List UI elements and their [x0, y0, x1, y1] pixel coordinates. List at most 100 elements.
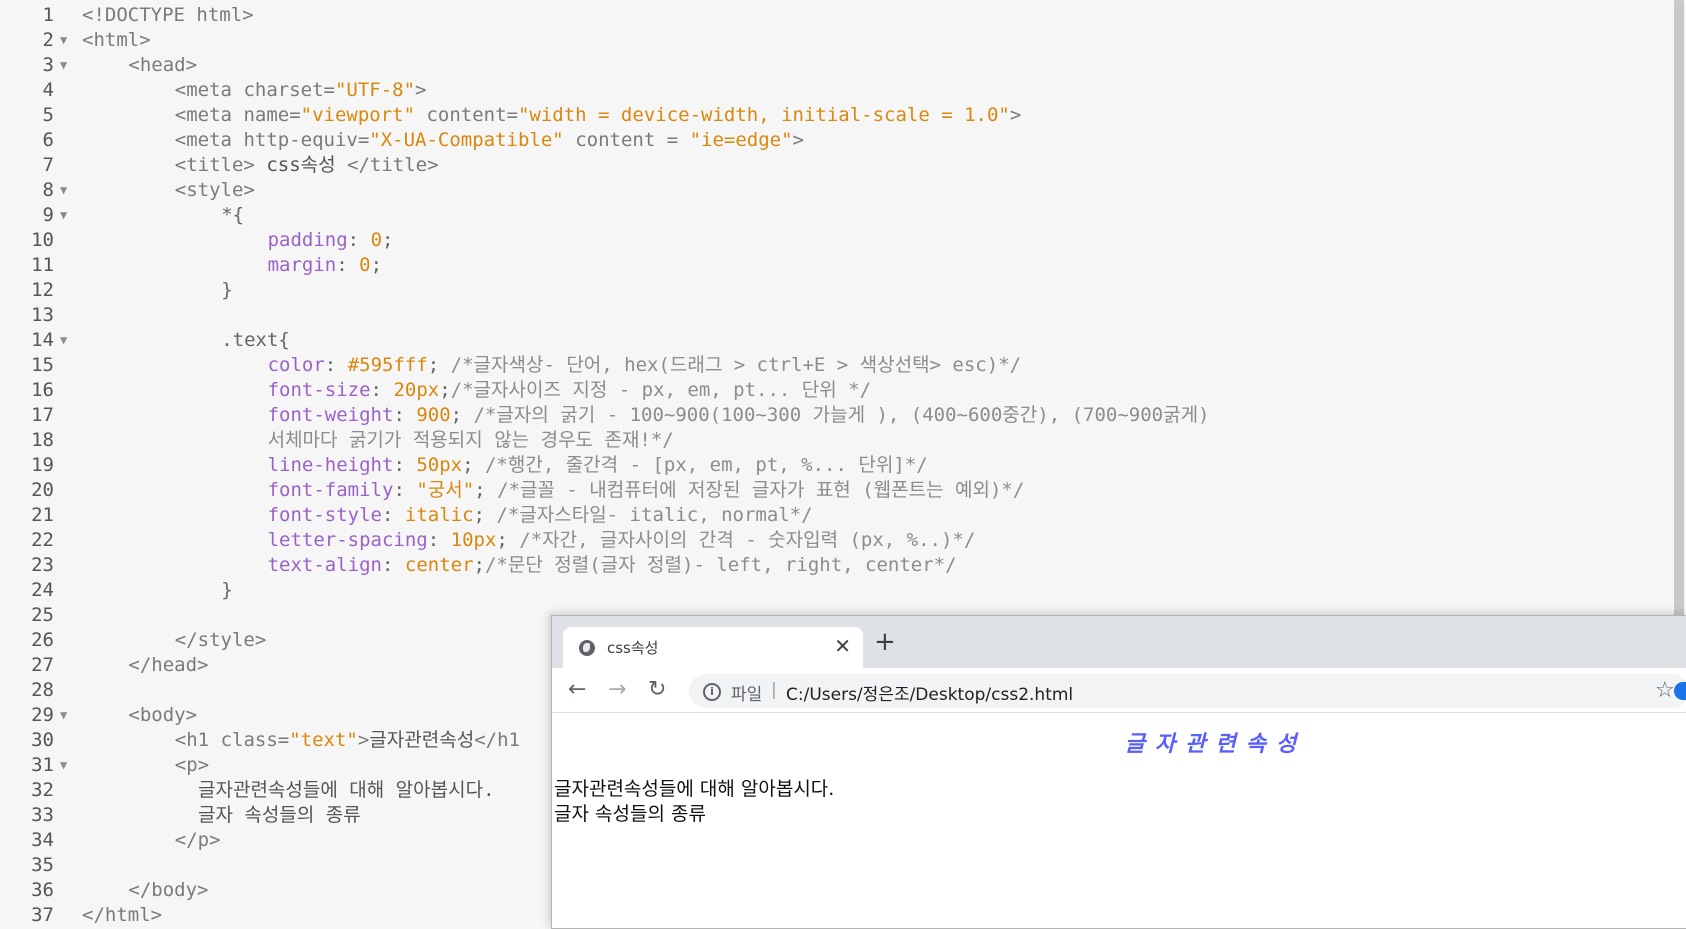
code-token: ; — [370, 254, 383, 276]
code-token: : — [370, 379, 394, 401]
code-token: css속성 — [254, 154, 348, 176]
code-line[interactable]: <title> css속성 </title> — [175, 153, 439, 178]
code-line[interactable]: color: #595fff; /*글자색상- 단어, hex(드래그 > ct… — [268, 353, 1021, 378]
address-bar[interactable]: i 파일 | C:/Users/정은조/Desktop/css2.html ☆ — [689, 674, 1686, 708]
code-line[interactable]: padding: 0; — [268, 228, 394, 253]
fold-toggle-icon[interactable]: ▼ — [60, 178, 74, 203]
code-token: <style> — [174, 179, 255, 201]
code-line[interactable]: <body> — [128, 703, 197, 728]
line-number: 18 — [31, 429, 54, 451]
forward-button[interactable]: → — [608, 677, 626, 703]
code-token: /*글자의 굵기 - 100~900(100~300 가늘게 ), (400~6… — [473, 404, 1210, 426]
code-token: } — [221, 279, 233, 301]
code-token: <meta — [174, 104, 244, 126]
page-heading: 글자관련속성 — [1124, 731, 1307, 757]
code-token: ; — [496, 529, 520, 551]
code-line[interactable]: font-weight: 900; /*글자의 굵기 - 100~900(100… — [268, 403, 1210, 428]
code-line[interactable]: font-style: italic; /*글자스타일- italic, nor… — [268, 503, 813, 528]
back-button[interactable]: ← — [568, 677, 586, 703]
code-token: 글자관련속성들에 대해 알아봅시다. — [198, 779, 495, 801]
code-line[interactable]: <!DOCTYPE html> — [82, 3, 254, 28]
code-token: content= — [415, 104, 518, 126]
code-line[interactable]: <html> — [82, 28, 151, 53]
editor-scroll-thumb[interactable] — [1674, 0, 1684, 618]
code-line[interactable]: font-family: "궁서"; /*글꼴 - 내컴퓨터에 저장된 글자가 … — [268, 478, 1025, 503]
line-number: 34 — [31, 829, 54, 851]
code-token: font-weight — [267, 404, 394, 426]
code-line[interactable]: 서체마다 굵기가 적용되지 않는 경우도 존재!*/ — [268, 428, 674, 453]
line-number: 27 — [31, 654, 54, 676]
code-line[interactable]: <p> — [175, 753, 209, 778]
code-line[interactable]: text-align: center;/*문단 정렬(글자 정렬)- left,… — [268, 553, 957, 578]
code-line[interactable]: <h1 class="text">글자관련속성</h1 — [175, 728, 520, 753]
fold-toggle-icon[interactable]: ▼ — [60, 28, 74, 53]
fold-toggle-icon[interactable]: ▼ — [60, 328, 74, 353]
close-tab-button[interactable]: ✕ — [834, 635, 851, 657]
star-icon[interactable]: ☆ — [1655, 678, 1675, 703]
code-token: .text{ — [221, 329, 290, 351]
code-line[interactable]: <meta http-equiv="X-UA-Compatible" conte… — [175, 128, 804, 153]
code-token: /*글자스타일- italic, normal*/ — [496, 504, 813, 526]
code-line[interactable]: </html> — [82, 903, 162, 928]
code-line[interactable]: <meta charset="UTF-8"> — [175, 78, 427, 103]
code-line[interactable]: <style> — [175, 178, 255, 203]
code-token: ; — [382, 229, 394, 251]
code-line[interactable]: 글자 속성들의 종류 — [198, 803, 361, 828]
code-line[interactable]: </head> — [128, 653, 208, 678]
tab-title: css속성 — [607, 639, 659, 657]
code-line[interactable]: <head> — [128, 53, 197, 78]
code-token: 900 — [416, 404, 451, 426]
line-number: 17 — [31, 404, 54, 426]
code-token: 20px — [393, 379, 440, 401]
fold-toggle-icon[interactable]: ▼ — [60, 703, 74, 728]
line-number: 23 — [31, 554, 54, 576]
code-token: text-align — [267, 554, 382, 576]
code-line[interactable]: line-height: 50px; /*행간, 줄간격 - [px, em, … — [268, 453, 928, 478]
code-line[interactable]: </body> — [128, 878, 208, 903]
code-line[interactable]: } — [221, 278, 232, 303]
code-token: } — [221, 579, 233, 601]
line-number: 29 — [31, 704, 54, 726]
editor-scrollbar[interactable] — [1672, 0, 1686, 620]
fold-toggle-icon[interactable]: ▼ — [60, 753, 74, 778]
code-token: "궁서" — [416, 479, 475, 501]
reload-button[interactable]: ↻ — [648, 677, 666, 703]
code-token: ; — [462, 454, 485, 476]
line-number: 15 — [31, 354, 54, 376]
code-line[interactable]: letter-spacing: 10px; /*자간, 글자사이의 간격 - 숫… — [268, 528, 976, 553]
line-number: 28 — [31, 679, 54, 701]
info-icon[interactable]: i — [703, 683, 721, 701]
code-line[interactable]: 글자관련속성들에 대해 알아봅시다. — [198, 778, 495, 803]
code-token: /*자간, 글자사이의 간격 - 숫자입력 (px, %..)*/ — [519, 529, 976, 551]
code-line[interactable]: </style> — [175, 628, 267, 653]
code-token: font-style — [267, 504, 382, 526]
line-number: 8 — [42, 179, 54, 201]
code-token: /*행간, 줄간격 - [px, em, pt, %... 단위]*/ — [484, 454, 928, 476]
line-number: 19 — [31, 454, 54, 476]
fold-toggle-icon[interactable]: ▼ — [60, 53, 74, 78]
browser-tab[interactable]: css속성 ✕ — [563, 627, 863, 668]
code-token: > — [792, 129, 804, 151]
code-token: "ie=edge" — [689, 129, 793, 151]
code-line[interactable]: font-size: 20px;/*글자사이즈 지정 - px, em, pt.… — [268, 378, 871, 403]
extension-icon[interactable] — [1674, 682, 1686, 700]
code-token: : — [393, 479, 417, 501]
code-line[interactable]: margin: 0; — [268, 253, 382, 278]
code-token: </title> — [347, 154, 439, 176]
code-token: : — [336, 254, 360, 276]
code-token: > — [1009, 104, 1022, 126]
code-token: </h1 — [474, 729, 520, 751]
code-line[interactable]: *{ — [221, 203, 244, 228]
code-token: http-equiv= — [243, 129, 370, 151]
code-line[interactable]: } — [221, 578, 232, 603]
code-line[interactable]: .text{ — [221, 328, 290, 353]
fold-toggle-icon[interactable]: ▼ — [60, 203, 74, 228]
code-line[interactable]: <meta name="viewport" content="width = d… — [175, 103, 1022, 128]
line-number: 11 — [31, 254, 54, 276]
code-token: </html> — [82, 904, 163, 926]
address-url[interactable]: C:/Users/정은조/Desktop/css2.html — [786, 680, 1073, 705]
new-tab-button[interactable]: + — [874, 629, 896, 655]
code-line[interactable]: </p> — [175, 828, 221, 853]
code-token: </p> — [174, 829, 221, 851]
code-token: content = — [563, 129, 690, 151]
